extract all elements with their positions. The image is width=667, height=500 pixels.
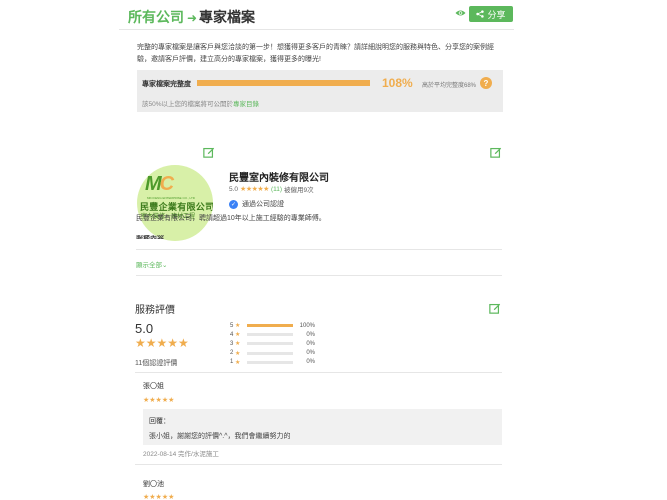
truncated-heading: 服務內容 xyxy=(136,235,164,239)
rating-bar xyxy=(247,324,293,328)
edit-company-icon[interactable] xyxy=(490,146,502,158)
star-icon: ★ xyxy=(235,332,241,339)
divider xyxy=(136,275,502,276)
company-logo: MC MIN FENG ENTERPRISE CO., LTD 民豐企業有限公司… xyxy=(137,165,213,241)
rating-percent: 0% xyxy=(306,331,315,338)
review-reply: 回覆： 張小姐，謝謝您的評價^.^，我們會繼續努力的 xyxy=(143,409,502,445)
review-stars: ★★★★★ xyxy=(143,397,175,404)
reviews-count: 11個認證評價 xyxy=(135,360,178,367)
rating-row-2: 2 ★ 0% xyxy=(230,349,315,358)
all-companies-label: 所有公司 xyxy=(128,9,184,25)
reply-label: 回覆： xyxy=(149,418,170,425)
rating-count[interactable]: (11) xyxy=(271,186,282,193)
reviews-score: 5.0 xyxy=(135,321,154,336)
completeness-bar xyxy=(197,80,370,86)
share-icon xyxy=(476,10,485,18)
eye-icon[interactable] xyxy=(455,9,466,17)
rating-percent: 0% xyxy=(306,350,315,357)
rating-score: 5.0 xyxy=(229,185,239,193)
edit-reviews-icon[interactable] xyxy=(489,302,501,314)
star-icon: ★ xyxy=(235,359,241,366)
profile-completeness-panel: 專家檔案完整度 108% 高於平均完整度68% ? 該50%以上您的檔案將可公開… xyxy=(137,70,503,112)
completeness-label: 專家檔案完整度 xyxy=(142,81,191,88)
share-button[interactable]: 分享 xyxy=(469,6,513,22)
rating-percent: 100% xyxy=(299,322,315,329)
rating-row-5: 5 ★ 100% xyxy=(230,321,315,330)
star-icon: ★ xyxy=(235,341,241,348)
rating-bar xyxy=(247,333,293,337)
completeness-note: 該50%以上您的檔案將可公開於專家目錄 xyxy=(142,98,259,108)
completeness-bar-fill xyxy=(197,80,370,86)
reviews-title: 服務評價 xyxy=(135,305,175,316)
company-description: 民豐企業有限公司，聘請超過10年以上施工經驗的專業師傅。 xyxy=(136,215,326,222)
review-meta: 2022-08-14 完作/水泥施工 xyxy=(143,451,219,458)
completeness-percent: 108% xyxy=(382,76,413,90)
profile-intro-text: 完整的專家檔案是讓客戶與您洽談的第一步！想獲得更多客戶的青睞？請詳細說明您的服務… xyxy=(137,44,494,63)
logo-mark: MC xyxy=(145,173,174,195)
verified-label: 通過公司認證 xyxy=(242,201,284,208)
rating-bar xyxy=(247,360,293,364)
divider xyxy=(136,249,502,250)
rating-row-1: 1 ★ 0% xyxy=(230,358,315,367)
review-stars: ★★★★★ xyxy=(143,494,175,500)
rating-bar-fill xyxy=(247,324,293,328)
divider xyxy=(135,464,502,465)
verified-badge: ✓ 通過公司認證 xyxy=(229,199,284,209)
rating-row-4: 4 ★ 0% xyxy=(230,330,315,339)
edit-logo-icon[interactable] xyxy=(203,146,215,158)
expert-directory-link[interactable]: 專家目錄 xyxy=(233,101,259,108)
hire-count: 被僱用9次 xyxy=(284,187,314,194)
rating-bar xyxy=(247,342,293,346)
star-icon: ★ xyxy=(235,323,241,330)
reviewer-name: 張〇姐 xyxy=(143,383,164,390)
divider xyxy=(135,372,502,373)
help-icon[interactable]: ? xyxy=(480,77,492,89)
all-companies-link[interactable]: 所有公司 ➜ xyxy=(128,7,197,27)
rating-percent: 0% xyxy=(306,340,315,347)
company-name: 民豐室內裝修有限公司 xyxy=(229,173,329,184)
sign-in-icon: ➜ xyxy=(187,11,198,25)
share-label: 分享 xyxy=(487,9,506,20)
completeness-average: 高於平均完整度68% xyxy=(422,83,477,89)
reviewer-name: 劉〇池 xyxy=(143,481,164,488)
rating-stars: ★★★★★ xyxy=(240,186,269,193)
reply-text: 張小姐，謝謝您的評價^.^，我們會繼續努力的 xyxy=(149,433,291,440)
review-item: 張〇姐 ★★★★★ xyxy=(143,381,503,404)
review-item: 劉〇池 ★★★★★ xyxy=(143,479,503,500)
completeness-note-text: 該50%以上您的檔案將可公開於 xyxy=(142,101,234,108)
show-all-link[interactable]: 顯示全部⌄ xyxy=(136,259,167,269)
star-icon: ★ xyxy=(235,350,241,357)
rating-distribution: 5 ★ 100% 4 ★ 0% 3 ★ 0% 2 ★ 0% 1 ★ 0% xyxy=(230,321,315,367)
company-rating: 5.0 ★★★★★ (11) 被僱用9次 xyxy=(229,184,314,195)
page-title: 專家檔案 xyxy=(199,9,255,25)
rating-percent: 0% xyxy=(306,359,315,366)
page-header: 所有公司 ➜ 專家檔案 分享 xyxy=(119,0,514,30)
rating-bar xyxy=(247,351,293,355)
rating-row-3: 3 ★ 0% xyxy=(230,339,315,348)
check-circle-icon: ✓ xyxy=(229,199,238,209)
reviews-stars: ★★★★★ xyxy=(135,336,189,350)
